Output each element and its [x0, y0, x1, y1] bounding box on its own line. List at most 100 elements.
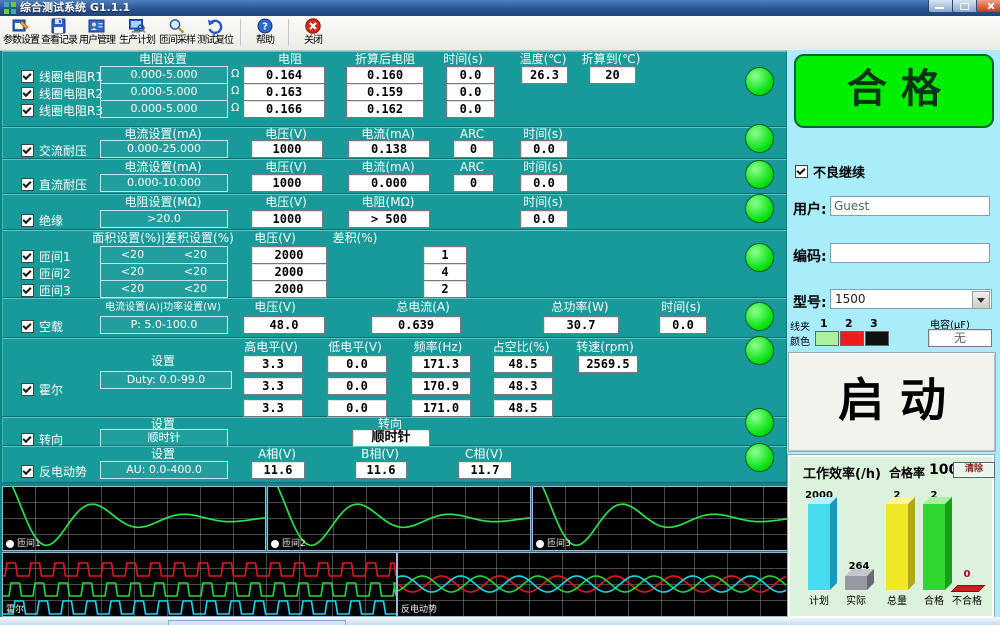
toolbar-turn-sampling-button[interactable]: 匝间采样 — [158, 17, 196, 49]
actual-bar-label: 实际 — [846, 592, 866, 607]
bemf-phase-c-header: C相(V) — [465, 448, 503, 460]
scope-dot-icon — [536, 540, 544, 548]
hall-freq-header: 频率(Hz) — [414, 341, 463, 353]
minimize-button[interactable] — [928, 0, 954, 13]
no-load-voltage-value: 48.0 — [243, 316, 325, 334]
checkbox-icon — [795, 165, 808, 178]
ac-setting-header: 电流设置(mA) — [124, 128, 201, 140]
app-icon — [4, 2, 16, 14]
hall-setting-range[interactable]: Duty: 0.0-99.0 — [100, 371, 232, 389]
direction-status-led — [745, 408, 774, 437]
taskbar-edge — [0, 617, 1000, 625]
hall-high-2: 3.3 — [243, 377, 303, 395]
help-icon: ? — [256, 18, 274, 35]
window-close-button[interactable] — [976, 0, 1000, 13]
back-emf-checkbox[interactable]: 反电动势 — [21, 463, 87, 480]
ac-hipot-checkbox[interactable]: 交流耐压 — [21, 142, 87, 159]
bemf-phase-b-value: 11.6 — [355, 461, 407, 479]
noload-time-header: 时间(s) — [661, 301, 701, 313]
direction-result-value: 顺时针 — [352, 429, 430, 447]
toolbar-param-settings-button[interactable]: 参数设置 — [2, 17, 40, 49]
coil-r1-checkbox[interactable]: 线圈电阻R1 — [21, 68, 103, 85]
dc-hipot-checkbox[interactable]: 直流耐压 — [21, 176, 87, 193]
start-button[interactable]: 启动 — [788, 352, 996, 452]
bemf-setting-header: 设置 — [151, 448, 175, 460]
ac-time-header: 时间(s) — [523, 128, 563, 140]
toolbar-close-button[interactable]: 关闭 — [294, 17, 332, 49]
coil-r2-resistance-value: 0.163 — [243, 83, 325, 101]
no-load-checkbox[interactable]: 空载 — [21, 318, 63, 335]
no-load-time-value: 0.0 — [659, 316, 707, 334]
code-input[interactable] — [830, 243, 990, 263]
capacitance-value: 无 — [928, 329, 992, 347]
right-panel: 合格 不良继续 用户: 编码: 型号: 1500 线夹 1 2 3 颜色 电容(… — [787, 50, 1000, 620]
direction-setting-value[interactable]: 顺时针 — [100, 429, 228, 447]
noload-voltage-header: 电压(V) — [254, 301, 296, 313]
turn1-checkbox[interactable]: 匝间1 — [21, 248, 71, 265]
user-input[interactable] — [830, 196, 990, 216]
chevron-down-icon[interactable] — [972, 291, 990, 309]
hall-checkbox[interactable]: 霍尔 — [21, 381, 63, 398]
toolbar-test-reset-button[interactable]: 测试复位 — [196, 17, 234, 49]
save-disk-icon — [50, 18, 68, 35]
hall-duty-header: 占空比(%) — [493, 341, 550, 353]
toolbar-production-plan-button[interactable]: 生产计划 — [118, 17, 156, 49]
ac-arc-value: 0 — [453, 140, 494, 158]
toolbar-help-button[interactable]: ? 帮助 — [246, 17, 284, 49]
plan-bar-label: 计划 — [809, 592, 829, 607]
toolbar-separator — [288, 19, 289, 46]
section-hall: 高电平(V) 低电平(V) 频率(Hz) 占空比(%) 转速(rpm) 设置 霍… — [2, 338, 787, 417]
coil-r2-checkbox[interactable]: 线圈电阻R2 — [21, 85, 103, 102]
maximize-button[interactable] — [952, 0, 978, 13]
turn2-setting-range[interactable]: <20<20 — [100, 263, 228, 281]
toolbar-view-records-button[interactable]: 查看记录 — [40, 17, 78, 49]
continue-on-fail-checkbox[interactable]: 不良继续 — [795, 162, 865, 181]
turn3-checkbox[interactable]: 匝间3 — [21, 282, 71, 299]
ac-setting-range[interactable]: 0.000-25.000 — [100, 140, 228, 158]
no-load-setting-range[interactable]: P: 5.0-100.0 — [100, 316, 228, 334]
turn3-voltage-value: 2000 — [251, 280, 327, 298]
model-label: 型号: — [793, 292, 827, 312]
hall-high-3: 3.3 — [243, 399, 303, 417]
clear-stats-button[interactable]: 清除 — [953, 462, 995, 478]
dc-setting-range[interactable]: 0.000-10.000 — [100, 174, 228, 192]
turn3-setting-range[interactable]: <20<20 — [100, 280, 228, 298]
coil-status-led — [745, 67, 774, 96]
model-dropdown[interactable]: 1500 — [830, 289, 992, 309]
hall-wave-cyan — [3, 601, 396, 614]
checkbox-icon — [21, 320, 34, 333]
toolbar-user-management-button[interactable]: 用户管理 — [78, 17, 116, 49]
hall-low-1: 0.0 — [327, 355, 387, 373]
scope-dot-icon — [6, 540, 14, 548]
svg-text:?: ? — [262, 22, 268, 33]
bemf-phase-b-header: B相(V) — [361, 448, 399, 460]
back-emf-status-led — [745, 443, 774, 472]
insulation-resistance-value: > 500 — [348, 210, 430, 228]
coil-r2-time-value: 0.0 — [446, 83, 495, 101]
checkbox-icon — [21, 383, 34, 396]
convert-to-header: 折算到(℃) — [582, 53, 641, 65]
coil-r2-converted-value: 0.159 — [346, 83, 424, 101]
clamp2-color-swatch — [840, 331, 864, 346]
ac-time-value: 0.0 — [520, 140, 568, 158]
insulation-setting-range[interactable]: >20.0 — [100, 210, 228, 228]
taskbar-item[interactable] — [168, 620, 346, 625]
insulation-checkbox[interactable]: 绝缘 — [21, 212, 63, 229]
coil-setting-header: 电阻设置 — [139, 53, 187, 65]
dc-hipot-status-led — [745, 160, 774, 189]
coil-r2-setting-range[interactable]: 0.000-5.000 — [100, 83, 228, 101]
ac-arc-header: ARC — [460, 128, 484, 140]
coil-resistance-header: 电阻 — [278, 53, 302, 65]
hall-duty-3: 48.5 — [493, 399, 553, 417]
coil-r3-checkbox[interactable]: 线圈电阻R3 — [21, 102, 103, 119]
coil-r3-setting-range[interactable]: 0.000-5.000 — [100, 100, 228, 118]
back-emf-setting-range[interactable]: AU: 0.0-400.0 — [100, 461, 228, 479]
fail-bar — [951, 585, 986, 592]
scope-turn1: 匝间1 — [2, 486, 266, 551]
turn1-setting-range[interactable]: <20<20 — [100, 246, 228, 264]
hall-freq-3: 171.0 — [411, 399, 471, 417]
coil-r1-setting-range[interactable]: 0.000-5.000 — [100, 66, 228, 84]
turns-areadiff-header: 差积(%) — [333, 232, 378, 244]
section-ac-hipot: 电流设置(mA) 电压(V) 电流(mA) ARC 时间(s) 交流耐压 0.0… — [2, 127, 787, 159]
turn2-checkbox[interactable]: 匝间2 — [21, 265, 71, 282]
